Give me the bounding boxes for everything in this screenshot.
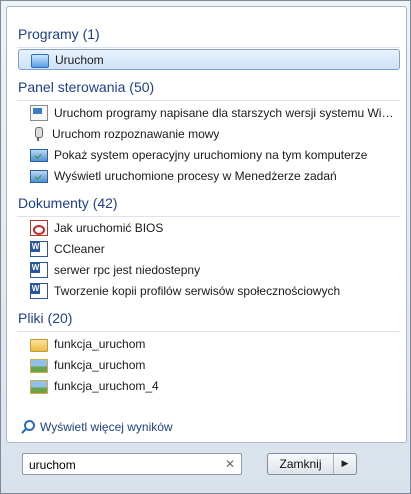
image-file-icon xyxy=(30,358,48,373)
result-file-image-4[interactable]: funkcja_uruchom_4 xyxy=(18,375,398,396)
search-input[interactable] xyxy=(27,456,221,474)
result-file-folder[interactable]: funkcja_uruchom xyxy=(18,333,398,354)
result-run-dialog[interactable]: Uruchom xyxy=(18,49,400,70)
shutdown-button-group: Zamknij ▶ xyxy=(267,453,357,475)
search-results-pane: Programy (1) Uruchom Panel sterowania (5… xyxy=(6,6,407,443)
run-dialog-icon xyxy=(31,53,49,68)
action-center-icon xyxy=(30,148,48,162)
result-label: Uruchom programy napisane dla starszych … xyxy=(54,105,398,120)
result-label: CCleaner xyxy=(54,241,105,256)
result-document-ccleaner[interactable]: CCleaner xyxy=(18,238,398,259)
result-document-profiles[interactable]: Tworzenie kopii profilów serwisów społec… xyxy=(18,280,398,301)
result-document-bios[interactable]: Jak uruchomić BIOS xyxy=(18,217,398,238)
action-center-icon xyxy=(30,169,48,183)
shutdown-options-arrow-icon[interactable]: ▶ xyxy=(334,454,356,474)
result-label: funkcja_uruchom xyxy=(54,336,146,351)
shutdown-button[interactable]: Zamknij xyxy=(268,454,334,474)
microphone-icon xyxy=(30,126,46,142)
word-document-icon xyxy=(30,282,48,299)
result-label: Uruchom rozpoznawanie mowy xyxy=(52,126,220,141)
result-file-image[interactable]: funkcja_uruchom xyxy=(18,354,398,375)
pdf-icon xyxy=(30,219,48,236)
result-document-rpc[interactable]: serwer rpc jest niedostepny xyxy=(18,259,398,280)
result-label: serwer rpc jest niedostepny xyxy=(54,262,201,277)
divider xyxy=(17,47,400,48)
result-label: funkcja_uruchom_4 xyxy=(54,378,159,393)
result-speech-recognition[interactable]: Uruchom rozpoznawanie mowy xyxy=(18,123,398,144)
image-file-icon xyxy=(30,379,48,394)
see-more-results-link[interactable]: Wyświetl więcej wyników xyxy=(20,420,173,434)
result-label: Pokaż system operacyjny uruchomiony na t… xyxy=(54,147,368,162)
program-compatibility-icon xyxy=(30,104,48,121)
group-header-documents[interactable]: Dokumenty (42) xyxy=(18,195,118,211)
start-menu-search-panel: Programy (1) Uruchom Panel sterowania (5… xyxy=(0,0,411,494)
search-icon xyxy=(20,420,35,434)
group-header-files[interactable]: Pliki (20) xyxy=(18,310,72,326)
result-label: Uruchom xyxy=(55,52,104,67)
result-label: Jak uruchomić BIOS xyxy=(54,220,164,235)
clear-search-icon[interactable]: ✕ xyxy=(225,457,235,471)
result-task-manager[interactable]: Wyświetl uruchomione procesy w Menedżerz… xyxy=(18,165,398,186)
search-box[interactable]: ✕ xyxy=(22,453,242,475)
word-document-icon xyxy=(30,240,48,257)
divider xyxy=(17,331,400,332)
result-label: Wyświetl uruchomione procesy w Menedżerz… xyxy=(54,168,337,183)
result-program-compatibility[interactable]: Uruchom programy napisane dla starszych … xyxy=(18,102,398,123)
result-show-os[interactable]: Pokaż system operacyjny uruchomiony na t… xyxy=(18,144,398,165)
see-more-results-label: Wyświetl więcej wyników xyxy=(40,420,173,434)
divider xyxy=(17,100,400,101)
group-header-programs[interactable]: Programy (1) xyxy=(18,26,100,42)
result-label: funkcja_uruchom xyxy=(54,357,146,372)
result-label: Tworzenie kopii profilów serwisów społec… xyxy=(54,283,341,298)
folder-icon xyxy=(30,338,48,352)
word-document-icon xyxy=(30,261,48,278)
group-header-control-panel[interactable]: Panel sterowania (50) xyxy=(18,79,154,95)
